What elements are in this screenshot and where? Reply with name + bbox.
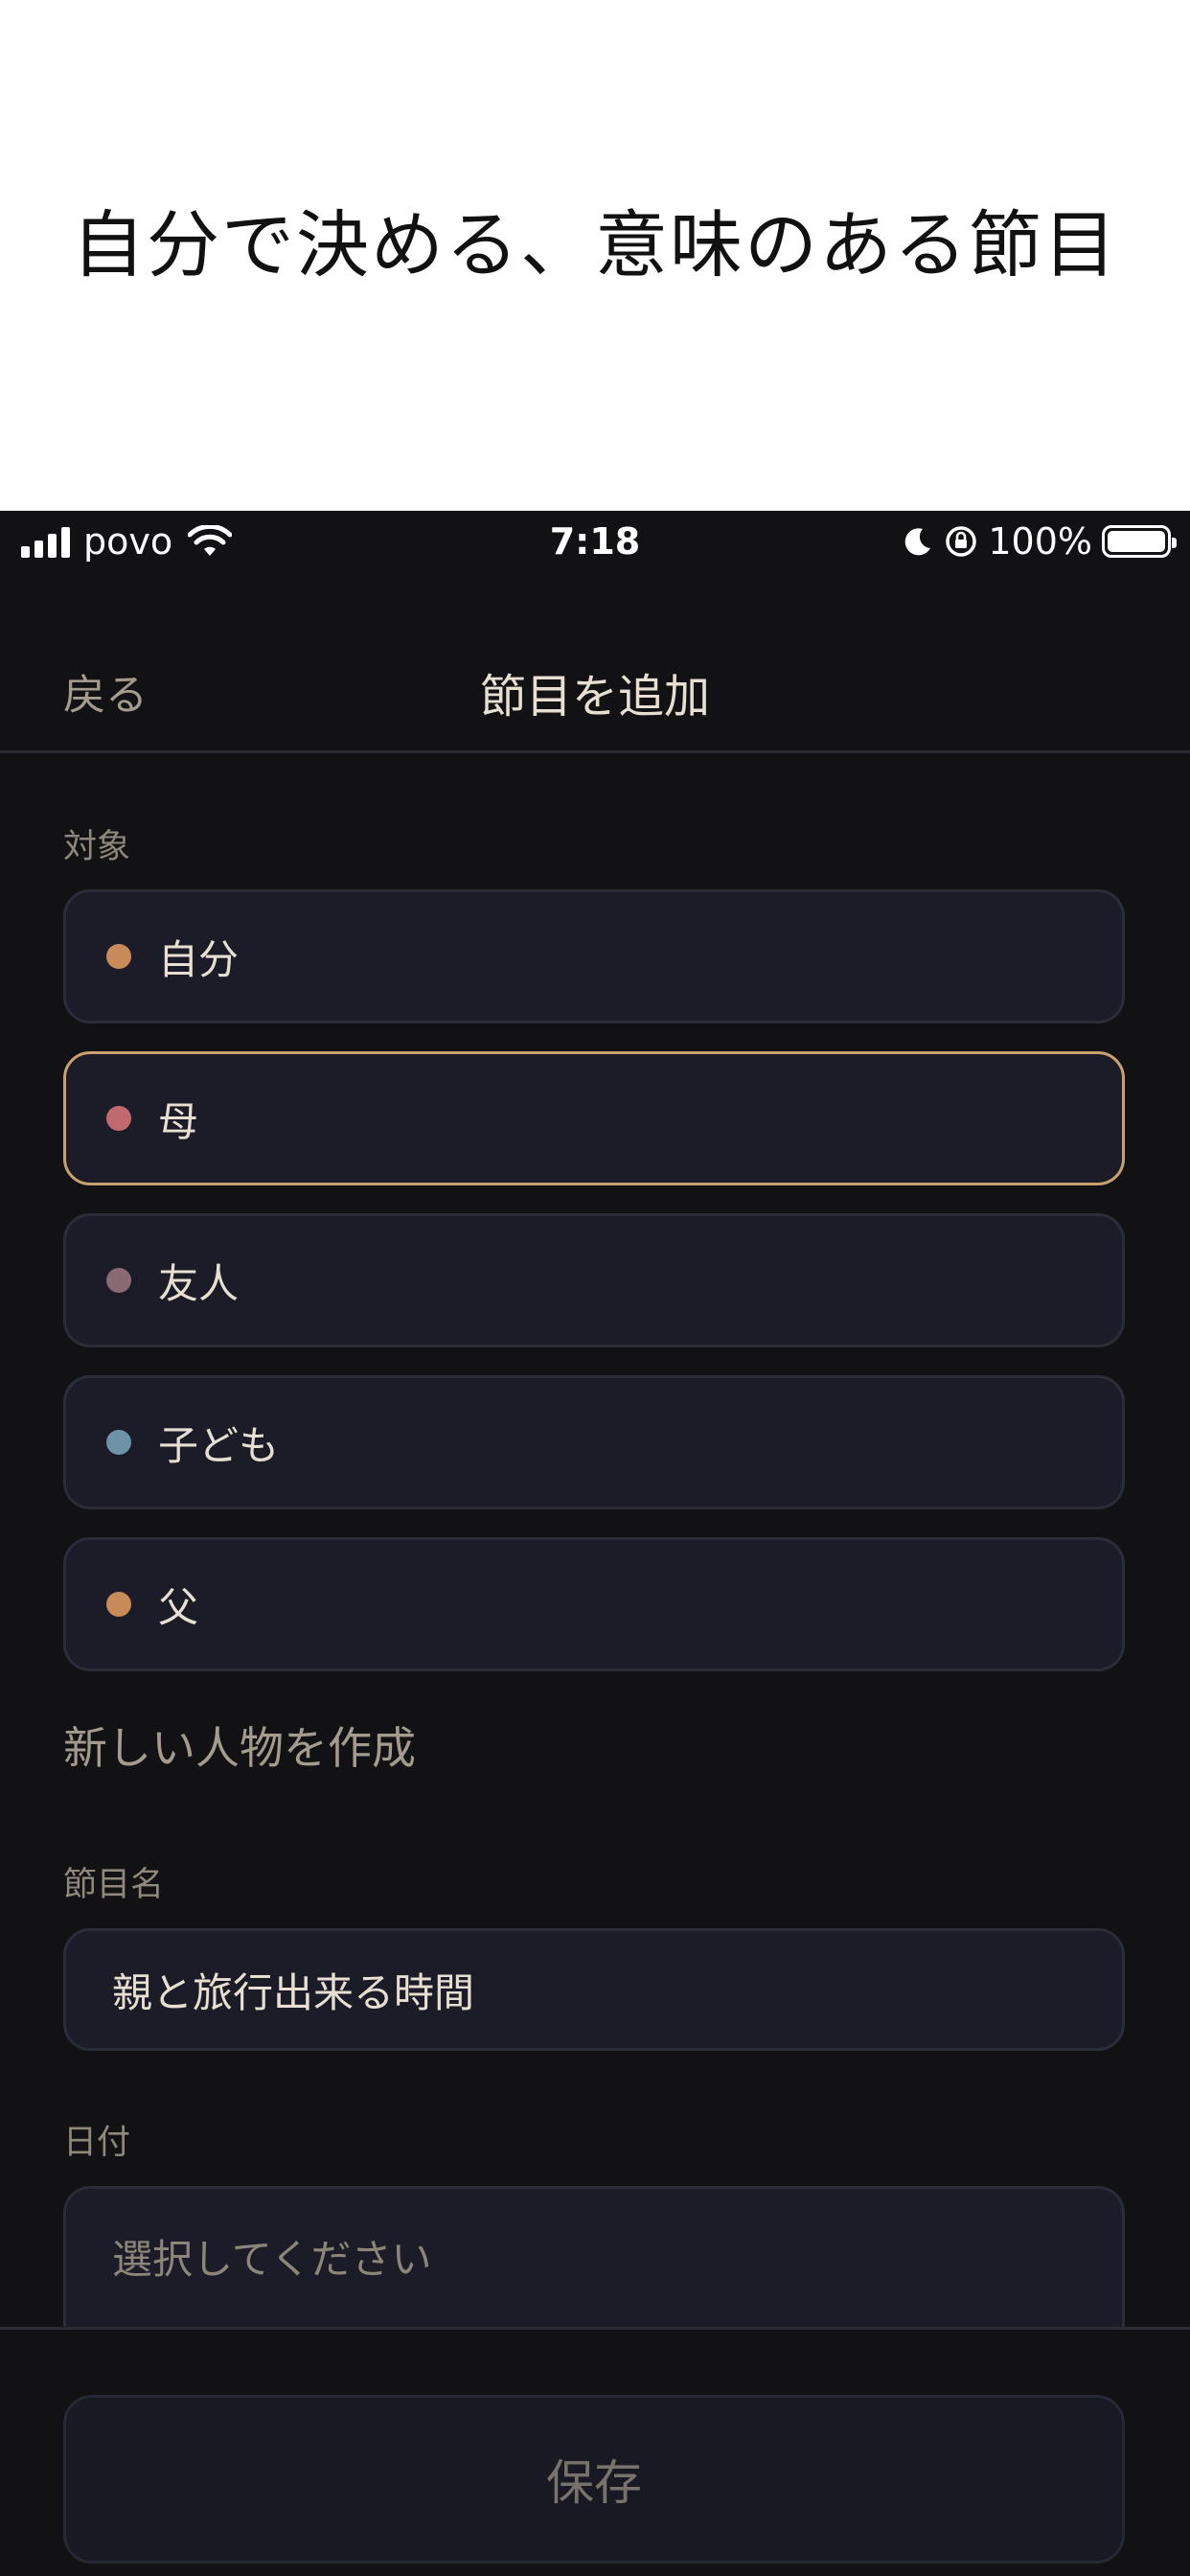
person-color-dot [106, 1430, 131, 1455]
hero-banner: 自分で決める、意味のある節目 [0, 0, 1190, 511]
battery-icon [1102, 525, 1177, 558]
milestone-name-field[interactable] [63, 1928, 1125, 2051]
person-color-dot [106, 944, 131, 969]
person-option-friend[interactable]: 友人 [63, 1213, 1125, 1347]
moon-icon [905, 528, 931, 556]
hero-title: 自分で決める、意味のある節目 [72, 201, 1118, 288]
page-title: 節目を追加 [479, 670, 710, 724]
person-option-self[interactable]: 自分 [63, 889, 1125, 1024]
person-name: 父 [158, 1583, 199, 1631]
person-name: 友人 [158, 1259, 240, 1307]
navigation-bar: 戻る 節目を追加 [0, 574, 1190, 753]
person-name: 母 [158, 1097, 199, 1145]
save-button[interactable]: 保存 [63, 2395, 1125, 2564]
milestone-name-label: 節目名 [63, 1866, 165, 1904]
person-color-dot [106, 1592, 131, 1617]
person-name: 子ども [158, 1421, 280, 1469]
status-bar: povo 7:18 100% [0, 511, 1190, 574]
target-label: 対象 [63, 828, 131, 866]
bottom-action-bar: 保存 [0, 2327, 1190, 2576]
battery-percent: 100% [988, 520, 1092, 563]
person-color-dot [106, 1106, 131, 1131]
orientation-lock-icon [946, 526, 977, 557]
milestone-name-input[interactable] [66, 1931, 1122, 2048]
date-label: 日付 [63, 2124, 131, 2162]
person-color-dot [106, 1268, 131, 1293]
app-screen: povo 7:18 100% 戻る 節目を追加 対象 自分 母 友人 子ども 父… [0, 511, 1190, 2576]
person-option-father[interactable]: 父 [63, 1537, 1125, 1671]
date-field[interactable] [63, 2186, 1125, 2330]
person-option-child[interactable]: 子ども [63, 1375, 1125, 1509]
person-name: 自分 [158, 935, 240, 983]
create-person-link[interactable]: 新しい人物を作成 [63, 1714, 416, 1777]
date-input[interactable] [66, 2189, 1122, 2330]
person-option-mother[interactable]: 母 [63, 1051, 1125, 1185]
